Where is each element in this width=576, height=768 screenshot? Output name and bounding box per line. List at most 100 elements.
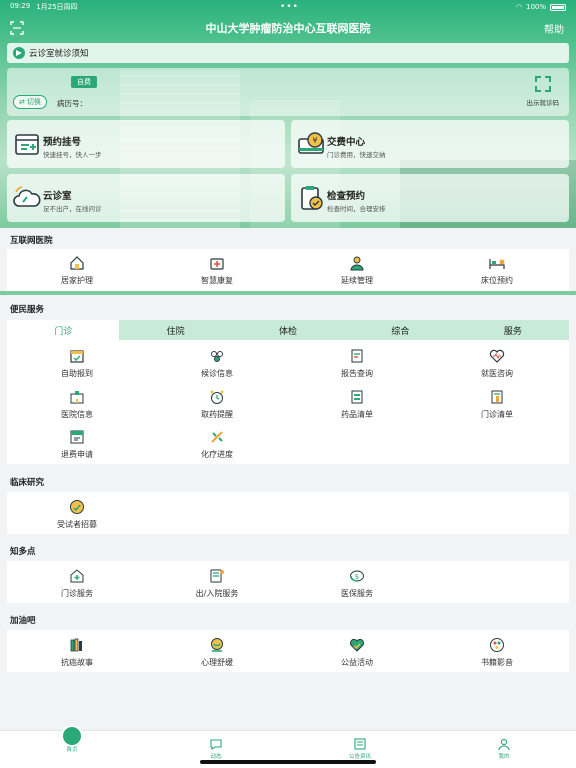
battery-label: 100% [525, 3, 546, 11]
refund-request-item[interactable]: 退费申请 [7, 429, 147, 460]
mental-relief-item[interactable]: 心理舒缓 [147, 637, 287, 668]
insurance-service-item[interactable]: $ 医保服务 [287, 568, 427, 599]
doctor-icon [350, 256, 364, 271]
appointment-title: 预约挂号 [43, 137, 82, 148]
hospital-info-item[interactable]: 医院信息 [7, 389, 147, 420]
status-bar: 09:29 1月25日周四 ••• ◠ 100% [0, 0, 576, 14]
medkit-icon [210, 258, 224, 270]
divider-bar [0, 291, 576, 295]
convenience-tabs: 门诊 住院 体检 综合 服务 [7, 320, 569, 340]
queue-icon [211, 351, 223, 362]
svg-text:$: $ [355, 573, 359, 581]
switch-patient-button[interactable]: ⇄ 切换 [13, 95, 47, 109]
books-icon [70, 638, 82, 652]
svg-text:¥: ¥ [312, 136, 317, 145]
cheer-panel: 抗癌故事 心理舒缓 公益活动 书籍影音 [7, 630, 569, 672]
chemo-icon [211, 431, 223, 443]
payment-icon: ¥ [298, 132, 324, 154]
exam-appointment-title: 检查预约 [327, 191, 366, 202]
continuing-care-item[interactable]: 延续管理 [287, 255, 427, 286]
chemo-progress-item[interactable]: 化疗进度 [147, 429, 287, 460]
subject-recruit-item[interactable]: 受试者招募 [7, 499, 147, 530]
tab-inpatient[interactable]: 住院 [119, 320, 231, 340]
self-checkin-item[interactable]: 自助报到 [7, 348, 147, 379]
speaker-icon [13, 47, 25, 59]
clinical-research-heading: 临床研究 [10, 478, 45, 488]
drug-list-icon [351, 390, 363, 404]
patient-card: 自费 ⇄ 切换 病历号： 出示就诊码 [7, 68, 569, 116]
admission-service-item[interactable]: 出/入院服务 [147, 568, 287, 599]
knowledge-panel: 门诊服务 出/入院服务 $ 医保服务 [7, 561, 569, 603]
bill-icon [491, 390, 503, 404]
status-date: 1月25日周四 [36, 3, 78, 11]
clinic-service-item[interactable]: 门诊服务 [7, 568, 147, 599]
payment-center-subtitle: 门诊费用，快速交纳 [327, 151, 386, 159]
user-icon [498, 738, 510, 751]
home-indicator[interactable] [200, 760, 376, 764]
mind-icon [211, 638, 223, 652]
cloud-clinic-card[interactable]: 云诊室 足不出户，在线问诊 [7, 174, 285, 222]
convenience-panel: 自助报到 候诊信息 报告查询 就医咨询 医院信息 取药提醒 药品清单 门诊清单 … [7, 340, 569, 464]
payment-center-title: 交费中心 [327, 137, 366, 148]
tab-outpatient[interactable]: 门诊 [7, 320, 120, 340]
news-icon [354, 738, 366, 750]
payment-type-badge: 自费 [71, 76, 97, 88]
medical-consult-item[interactable]: 就医咨询 [427, 348, 567, 379]
payment-center-card[interactable]: ¥ 交费中心 门诊费用，快速交纳 [291, 120, 569, 168]
page-title: 中山大学肿瘤防治中心互联网医院 [205, 22, 371, 35]
multitask-dots-icon[interactable]: ••• [280, 2, 299, 12]
tab-me[interactable]: 我的 [432, 731, 576, 768]
convenience-heading: 便民服务 [10, 305, 45, 315]
home-care-icon [70, 256, 84, 270]
visit-notice-text: 云诊室就诊须知 [29, 49, 89, 59]
bed-booking-item[interactable]: 床位预约 [427, 255, 567, 286]
tab-checkup[interactable]: 体检 [232, 320, 344, 340]
scan-icon[interactable] [10, 21, 24, 35]
cheer-heading: 加油吧 [10, 616, 36, 626]
tab-home[interactable]: 首页 [0, 725, 144, 768]
smart-rehab-item[interactable]: 智慧康复 [147, 255, 287, 286]
recruit-icon [70, 500, 84, 514]
exam-appointment-card[interactable]: 检查预约 检查时间，合理安排 [291, 174, 569, 222]
help-link[interactable]: 帮助 [544, 21, 564, 36]
charity-icon [349, 638, 365, 652]
tab-service[interactable]: 服务 [457, 320, 569, 340]
calendar-add-icon [15, 134, 39, 155]
status-time: 09:29 [10, 2, 31, 10]
report-query-item[interactable]: 报告查询 [287, 348, 427, 379]
cloud-clinic-subtitle: 足不出户，在线问诊 [43, 205, 102, 213]
home-care-item[interactable]: 居家护理 [7, 255, 147, 286]
hospital-icon [70, 391, 84, 404]
clipboard-check-icon [301, 186, 323, 210]
clinic-icon [70, 569, 84, 583]
outpatient-bill-item[interactable]: 门诊清单 [427, 389, 567, 420]
appointment-card[interactable]: 预约挂号 快速挂号，快人一步 [7, 120, 285, 168]
swap-icon: ⇄ [19, 98, 25, 106]
visit-notice-bar[interactable]: 云诊室就诊须知 [7, 43, 569, 63]
cancer-story-item[interactable]: 抗癌故事 [7, 637, 147, 668]
bed-icon [489, 259, 505, 269]
waiting-info-item[interactable]: 候诊信息 [147, 348, 287, 379]
alarm-icon [210, 390, 224, 404]
battery-icon [550, 3, 566, 11]
report-icon [351, 349, 363, 363]
show-visit-code-label[interactable]: 出示就诊码 [527, 97, 560, 107]
qr-code-icon[interactable] [535, 76, 551, 92]
admission-icon [210, 569, 224, 583]
heart-consult-icon [489, 349, 505, 363]
tab-general[interactable]: 综合 [344, 320, 456, 340]
charity-activity-item[interactable]: 公益活动 [287, 637, 427, 668]
cloud-stethoscope-icon [13, 186, 41, 207]
top-nav: 中山大学肿瘤防治中心互联网医院 帮助 [0, 14, 576, 42]
checkin-icon [70, 350, 84, 363]
books-media-item[interactable]: 书籍影音 [427, 637, 567, 668]
refund-icon [70, 430, 84, 444]
media-icon [490, 638, 504, 652]
internet-hospital-heading: 互联网医院 [10, 236, 53, 246]
appointment-subtitle: 快速挂号，快人一步 [43, 151, 102, 159]
medicine-reminder-item[interactable]: 取药提醒 [147, 389, 287, 420]
record-number-label: 病历号： [57, 99, 87, 108]
drug-list-item[interactable]: 药品清单 [287, 389, 427, 420]
wifi-icon: ◠ [515, 3, 522, 11]
knowledge-heading: 知多点 [10, 547, 36, 557]
